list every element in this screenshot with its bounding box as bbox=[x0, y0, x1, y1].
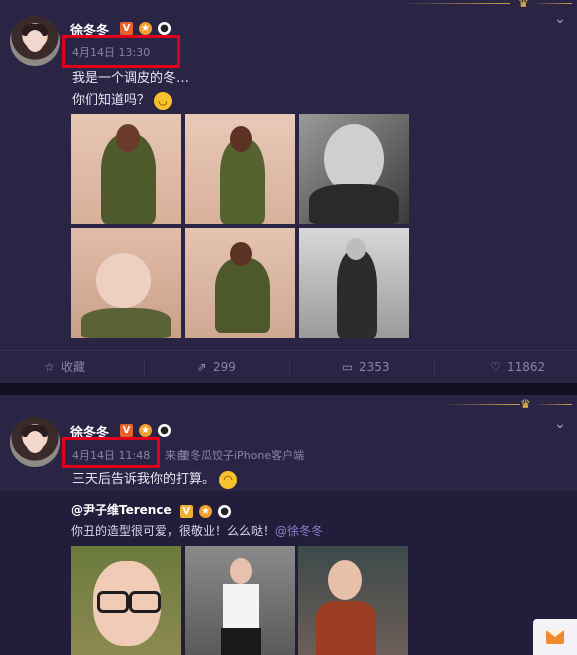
repost-block: @尹子维Terence V ★ ● 你丑的造型很可爱，很敬业！么么哒！@徐冬冬 bbox=[0, 491, 577, 655]
photo-bw-portrait-1[interactable] bbox=[299, 114, 409, 224]
like-button[interactable]: ♡ 11862 bbox=[489, 351, 545, 384]
medal-icon[interactable]: ★ bbox=[139, 424, 152, 437]
like-count: 11862 bbox=[507, 360, 546, 374]
repost-photo-glasses-selfie[interactable] bbox=[71, 546, 181, 655]
panda-icon[interactable]: ● bbox=[158, 22, 171, 35]
repost-button[interactable]: ⇗ 299 bbox=[195, 351, 236, 384]
repost-photo-makeup[interactable] bbox=[298, 546, 408, 655]
highlight-box bbox=[62, 437, 160, 468]
post-text-line: 三天后告诉我你的打算。 ◠ bbox=[72, 468, 238, 489]
avatar[interactable] bbox=[10, 417, 60, 467]
repost-text: 你丑的造型很可爱，很敬业！么么哒！ bbox=[71, 524, 276, 538]
photo-lying-portrait[interactable] bbox=[71, 228, 181, 338]
decorative-line bbox=[532, 3, 572, 4]
panda-icon[interactable]: ● bbox=[158, 424, 171, 437]
photo-green-suit-3[interactable] bbox=[185, 228, 295, 338]
divider bbox=[434, 360, 435, 376]
comment-button[interactable]: ▭ 2353 bbox=[341, 351, 390, 384]
chevron-down-icon[interactable]: ⌄ bbox=[553, 417, 567, 431]
photo-bw-standing[interactable] bbox=[299, 228, 409, 338]
decorative-line bbox=[400, 3, 510, 4]
post-source[interactable]: 傻冬瓜饺子iPhone客户端 bbox=[179, 447, 304, 463]
medal-icon[interactable]: ★ bbox=[139, 22, 152, 35]
weibo-post-2: ♛ ⌄ 徐冬冬 V ★ ● 4月14日 11:48 来自 傻冬瓜饺子iPhone… bbox=[0, 395, 577, 655]
thumbs-up-icon: ♡ bbox=[490, 360, 501, 374]
divider bbox=[144, 360, 145, 376]
highlight-box bbox=[62, 35, 180, 68]
photo-grid bbox=[71, 114, 411, 339]
star-icon: ☆ bbox=[44, 360, 55, 374]
verified-badge[interactable]: V bbox=[120, 22, 133, 35]
photo-green-suit-1[interactable] bbox=[71, 114, 181, 224]
repost-count: 299 bbox=[213, 360, 236, 374]
photo-green-suit-2[interactable] bbox=[185, 114, 295, 224]
divider bbox=[289, 360, 290, 376]
feed-divider bbox=[0, 383, 577, 395]
laughing-emoji-icon: ◡ bbox=[154, 91, 173, 110]
repost-user[interactable]: @尹子维Terence V ★ ● bbox=[71, 501, 232, 518]
verified-badge[interactable]: V bbox=[120, 424, 133, 437]
weibo-post-1: ♛ ⌄ 徐冬冬 V ★ ● 4月14日 13:30 我是一个调皮的冬… 你们知道… bbox=[0, 0, 577, 383]
post-text: 三天后告诉我你的打算。 bbox=[72, 472, 216, 487]
repost-photo-standing[interactable] bbox=[185, 546, 295, 655]
chevron-down-icon[interactable]: ⌄ bbox=[553, 12, 567, 26]
crown-icon: ♛ bbox=[518, 0, 529, 10]
gold-v-badge-icon[interactable]: V bbox=[179, 505, 193, 518]
comment-icon: ▭ bbox=[341, 360, 354, 374]
sweat-emoji-icon: ◠ bbox=[219, 470, 238, 489]
medal-icon[interactable]: ★ bbox=[198, 505, 212, 518]
comment-count: 2353 bbox=[359, 360, 390, 374]
repost-username[interactable]: @尹子维Terence bbox=[71, 503, 172, 517]
repost-icon: ⇗ bbox=[196, 360, 207, 374]
post-text: 你们知道吗？ bbox=[72, 93, 151, 108]
post-text-line-2: 你们知道吗？ ◡ bbox=[72, 89, 173, 110]
panda-icon[interactable]: ● bbox=[218, 505, 232, 518]
post-actions-bar: ☆ 收藏 ⇗ 299 ▭ 2353 ♡ 11862 bbox=[0, 350, 577, 384]
message-float-button[interactable] bbox=[533, 619, 577, 655]
favorite-label: 收藏 bbox=[61, 360, 86, 374]
avatar[interactable] bbox=[10, 16, 60, 66]
favorite-button[interactable]: ☆ 收藏 bbox=[43, 351, 85, 384]
crown-icon: ♛ bbox=[520, 397, 531, 411]
post-text-line-1: 我是一个调皮的冬… bbox=[72, 71, 190, 86]
decorative-line bbox=[534, 404, 572, 405]
decorative-line bbox=[440, 404, 520, 405]
envelope-icon bbox=[546, 630, 564, 644]
repost-mention[interactable]: @徐冬冬 bbox=[275, 524, 323, 538]
repost-text-line: 你丑的造型很可爱，很敬业！么么哒！@徐冬冬 bbox=[71, 522, 323, 539]
